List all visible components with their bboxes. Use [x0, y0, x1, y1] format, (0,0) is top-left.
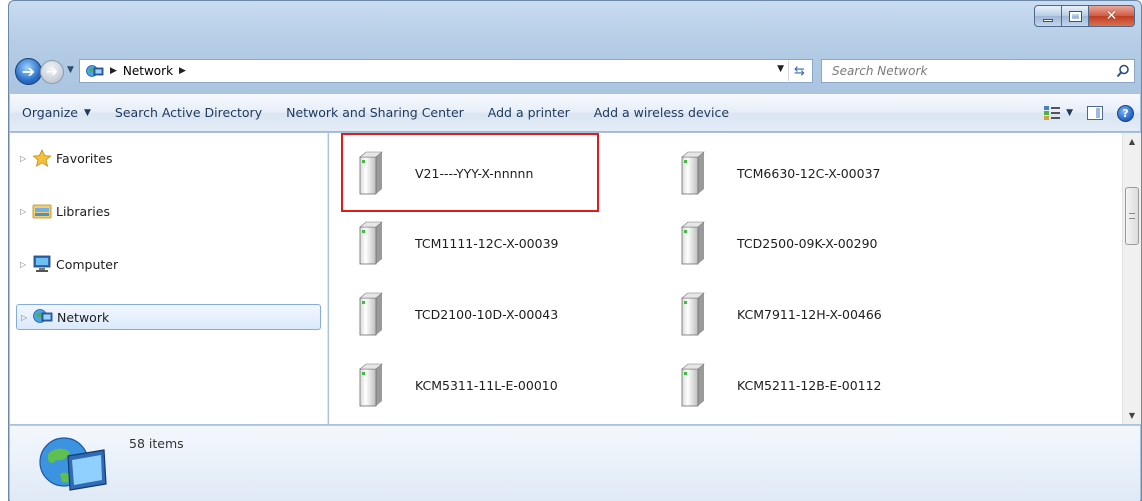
command-bar-right: ▼ ?	[1044, 94, 1134, 132]
sidebar-item-label: Libraries	[56, 203, 110, 219]
chevron-down-icon: ▼	[1066, 108, 1073, 118]
preview-pane-button[interactable]	[1087, 106, 1103, 120]
back-button[interactable]: ➔	[15, 58, 42, 85]
scroll-up-button[interactable]: ▲	[1123, 133, 1141, 150]
search-icon[interactable]	[1112, 60, 1134, 82]
change-view-button[interactable]: ▼	[1044, 106, 1073, 120]
back-arrow-icon: ➔	[21, 62, 36, 81]
network-device-icon	[357, 363, 383, 407]
network-icon	[86, 64, 104, 78]
list-item-label: TCM1111-12C-X-00039	[415, 235, 559, 251]
minimize-icon	[1043, 18, 1053, 22]
organize-label: Organize	[22, 105, 78, 120]
list-item-label: KCM7911-12H-X-00466	[737, 306, 882, 322]
libraries-icon	[32, 202, 52, 220]
caption-buttons: ✕	[1034, 5, 1135, 27]
network-device-icon	[679, 221, 705, 265]
forward-arrow-icon: ➔	[46, 64, 58, 80]
refresh-icon: ⇆	[794, 63, 805, 79]
star-icon	[32, 149, 52, 167]
add-wireless-device-button[interactable]: Add a wireless device	[582, 94, 741, 132]
maximize-icon	[1068, 10, 1082, 22]
refresh-button[interactable]: ⇆	[788, 61, 810, 81]
details-pane: 58 items	[10, 425, 1140, 501]
sidebar-item-computer[interactable]: ▷ Computer	[16, 251, 321, 277]
address-row: ➔ ➔ ▼ ▶ Network ▶ ▼ ⇆	[9, 56, 1141, 86]
list-item[interactable]: TCD2500-09K-X-00290	[651, 219, 877, 267]
list-item[interactable]: KCM5211-12B-E-00112	[651, 361, 882, 409]
list-item[interactable]: TCM6630-12C-X-00037	[651, 149, 880, 197]
navigation-pane: ▷ Favorites ▷ Libraries ▷ Computer ▷ Net…	[10, 133, 328, 424]
sidebar-item-label: Network	[57, 309, 110, 325]
minimize-button[interactable]	[1034, 5, 1062, 27]
breadcrumb-separator-icon[interactable]: ▶	[179, 66, 186, 76]
network-sharing-center-button[interactable]: Network and Sharing Center	[274, 94, 476, 132]
address-dropdown-icon[interactable]: ▼	[777, 64, 784, 74]
sidebar-item-label: Computer	[56, 256, 119, 272]
expand-icon[interactable]: ▷	[20, 260, 32, 269]
expand-icon[interactable]: ▷	[20, 207, 32, 216]
sidebar-item-favorites[interactable]: ▷ Favorites	[16, 145, 321, 171]
network-icon	[33, 308, 53, 326]
list-item-label: TCD2500-09K-X-00290	[737, 235, 878, 251]
grip-icon	[1129, 213, 1135, 219]
list-item[interactable]: KCM7911-12H-X-00466	[651, 290, 882, 338]
network-device-icon	[357, 151, 383, 195]
list-item-label: V21----YYY-X-nnnnn	[415, 165, 534, 181]
network-device-icon	[679, 292, 705, 336]
list-item-label: KCM5211-12B-E-00112	[737, 377, 882, 393]
list-item[interactable]: TCM1111-12C-X-00039	[329, 219, 558, 267]
breadcrumb-separator-icon[interactable]: ▶	[110, 66, 117, 76]
recent-pages-button[interactable]: ▼	[67, 65, 74, 75]
list-item-label: TCD2100-10D-X-00043	[415, 306, 559, 322]
organize-button[interactable]: Organize ▼	[10, 94, 103, 132]
breadcrumb-network[interactable]: Network	[123, 64, 173, 78]
list-item[interactable]: TCD2100-10D-X-00043	[329, 290, 558, 338]
sidebar-item-network[interactable]: ▷ Network	[16, 304, 321, 330]
list-item-label: KCM5311-11L-E-00010	[415, 377, 558, 393]
scrollbar-thumb[interactable]	[1125, 187, 1139, 245]
sidebar-item-libraries[interactable]: ▷ Libraries	[16, 198, 321, 224]
chevron-down-icon: ▼	[67, 65, 74, 75]
search-box	[821, 59, 1135, 83]
list-item[interactable]: KCM5311-11L-E-00010	[329, 361, 558, 409]
sidebar-item-label: Favorites	[56, 150, 113, 166]
forward-button[interactable]: ➔	[40, 60, 64, 84]
address-bar[interactable]: ▶ Network ▶ ▼ ⇆	[79, 59, 813, 83]
network-device-icon	[357, 292, 383, 336]
chevron-down-icon: ▼	[84, 107, 91, 118]
command-bar: Organize ▼ Search Active Directory Networ…	[10, 94, 1140, 132]
views-icon	[1044, 106, 1061, 120]
network-device-icon	[679, 151, 705, 195]
network-device-icon	[679, 363, 705, 407]
add-printer-button[interactable]: Add a printer	[476, 94, 582, 132]
list-item[interactable]: V21----YYY-X-nnnnn	[329, 149, 533, 197]
computer-icon	[32, 255, 52, 273]
vertical-scrollbar[interactable]: ▲ ▼	[1122, 133, 1141, 424]
network-large-icon	[38, 434, 108, 496]
list-item-label: TCM6630-12C-X-00037	[737, 165, 881, 181]
close-button[interactable]: ✕	[1089, 5, 1135, 27]
network-device-icon	[357, 221, 383, 265]
search-input[interactable]	[822, 61, 1112, 81]
scroll-down-button[interactable]: ▼	[1123, 407, 1141, 424]
close-icon: ✕	[1105, 8, 1118, 24]
items-view: V21----YYY-X-nnnnn TCM6630-12C-X-00037 T…	[329, 133, 1122, 424]
search-active-directory-button[interactable]: Search Active Directory	[103, 94, 274, 132]
expand-icon[interactable]: ▷	[21, 313, 33, 322]
help-button[interactable]: ?	[1117, 104, 1134, 122]
explorer-window: ✕ ➔ ➔ ▼ ▶ Network ▶ ▼ ⇆ Search Network O…	[8, 0, 1142, 501]
item-count: 58 items	[129, 436, 184, 451]
maximize-button[interactable]	[1062, 5, 1089, 27]
expand-icon[interactable]: ▷	[20, 154, 32, 163]
